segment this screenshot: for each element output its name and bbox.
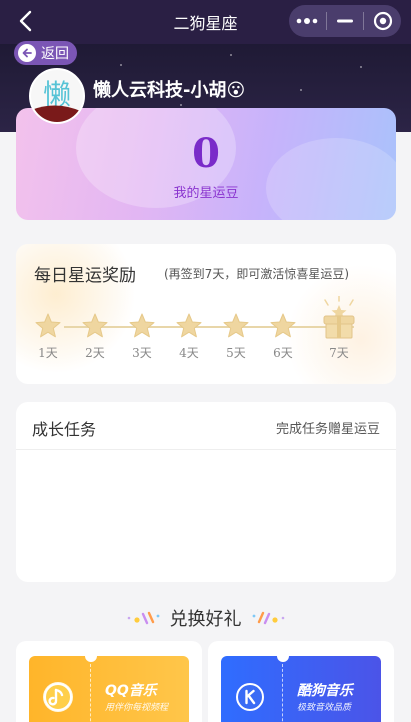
back-button-label: 返回 bbox=[41, 46, 69, 62]
close-capsule-button[interactable] bbox=[364, 5, 401, 37]
star-icon bbox=[129, 313, 155, 338]
top-nav-bar: 二狗星座 bbox=[0, 0, 411, 44]
kugou-music-brand: 酷狗音乐 bbox=[297, 683, 353, 699]
avatar[interactable]: 懒 bbox=[29, 68, 85, 124]
kugou-music-coupon: 酷狗音乐 极致音效品质 bbox=[221, 656, 381, 722]
reward-card-qq-music[interactable]: QQ音乐 用伴你每视频程 bbox=[16, 641, 202, 722]
checkin-day-4[interactable]: 4天 bbox=[169, 312, 209, 361]
star-icon bbox=[35, 313, 61, 338]
more-dots-icon bbox=[297, 18, 318, 24]
daily-reward-subtitle: (再签到7天，即可激活惊喜星运豆) bbox=[164, 267, 349, 281]
star-icon bbox=[270, 313, 296, 338]
checkin-day-label: 2天 bbox=[85, 346, 105, 360]
reward-card-kugou-music[interactable]: 酷狗音乐 极致音效品质 bbox=[208, 641, 394, 722]
checkin-day-3[interactable]: 3天 bbox=[122, 312, 162, 361]
checkin-day-6[interactable]: 6天 bbox=[263, 312, 303, 361]
back-arrow-icon bbox=[18, 44, 36, 62]
checkin-day-label: 6天 bbox=[273, 346, 293, 360]
checkin-day-5[interactable]: 5天 bbox=[216, 312, 256, 361]
checkin-day-1[interactable]: 1天 bbox=[28, 312, 68, 361]
confetti-icon bbox=[127, 611, 159, 625]
star-icon bbox=[82, 313, 108, 338]
back-button[interactable]: 返回 bbox=[14, 41, 77, 65]
more-menu-button[interactable] bbox=[289, 5, 326, 37]
qq-music-slogan: 用伴你每视频程 bbox=[105, 703, 169, 713]
growth-tasks-title: 成长任务 bbox=[32, 420, 97, 439]
star-icon bbox=[223, 313, 249, 338]
exchange-section-header: 兑换好礼 bbox=[0, 605, 411, 631]
star-beans-label: 我的星运豆 bbox=[173, 186, 239, 201]
confetti-icon bbox=[252, 611, 284, 625]
star-beans-count: 0 bbox=[192, 130, 220, 177]
checkin-day-label: 1天 bbox=[38, 346, 58, 360]
daily-reward-title: 每日星运奖励 bbox=[34, 266, 136, 286]
qq-music-logo-icon bbox=[43, 682, 73, 712]
checkin-day-7[interactable]: 7天 bbox=[319, 296, 359, 361]
minimize-icon bbox=[337, 19, 353, 23]
mini-program-capsule bbox=[289, 5, 401, 37]
star-icon bbox=[176, 313, 202, 338]
exchange-title: 兑换好礼 bbox=[169, 609, 242, 630]
checkin-day-label: 5天 bbox=[226, 346, 246, 360]
user-name: 懒人云科技-小胡😮 bbox=[93, 80, 246, 101]
kugou-music-slogan: 极致音效品质 bbox=[297, 703, 352, 713]
daily-reward-card: 每日星运奖励 (再签到7天，即可激活惊喜星运豆) 1天 2天 3天 4天 5天 … bbox=[16, 244, 396, 384]
qq-music-coupon: QQ音乐 用伴你每视频程 bbox=[29, 656, 189, 722]
checkin-day-label: 3天 bbox=[132, 346, 152, 360]
growth-tasks-card: 成长任务 完成任务赠星运豆 bbox=[16, 402, 396, 582]
kugou-music-logo-icon bbox=[235, 682, 265, 712]
target-close-icon bbox=[373, 11, 392, 31]
checkin-day-label: 4天 bbox=[179, 346, 199, 360]
qq-music-brand: QQ音乐 bbox=[105, 683, 157, 699]
checkin-day-label: 7天 bbox=[329, 346, 349, 360]
star-beans-card[interactable]: 0 我的星运豆 bbox=[16, 108, 396, 220]
checkin-day-2[interactable]: 2天 bbox=[75, 312, 115, 361]
gift-box-icon bbox=[323, 296, 355, 339]
growth-tasks-link[interactable]: 完成任务赠星运豆 bbox=[276, 418, 380, 437]
minimize-button[interactable] bbox=[327, 5, 364, 37]
